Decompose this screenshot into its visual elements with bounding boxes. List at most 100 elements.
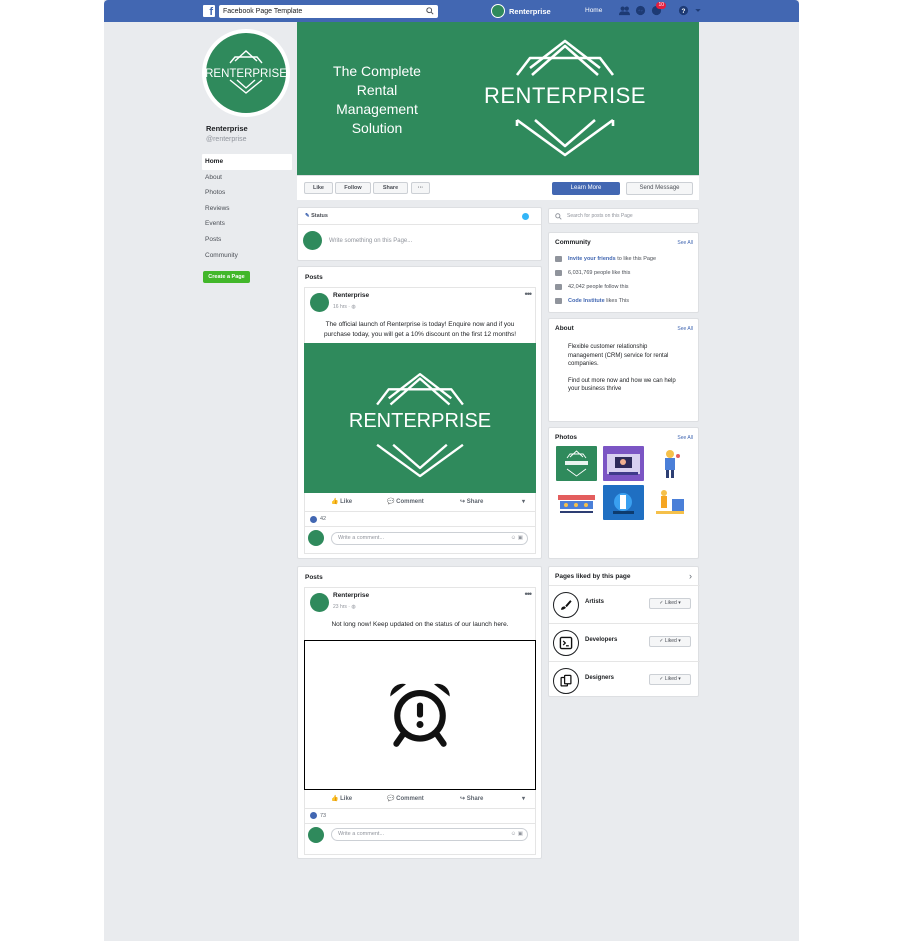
photo-thumbnail[interactable] — [603, 485, 644, 520]
post-image[interactable] — [304, 639, 536, 790]
copy-icon[interactable] — [553, 668, 579, 694]
community-see-all-link[interactable]: See All — [677, 240, 693, 246]
photos-see-all-link[interactable]: See All — [677, 435, 693, 441]
post-image[interactable]: RENTERPRISE — [304, 343, 536, 493]
chevron-down-icon[interactable] — [694, 5, 702, 16]
like-button[interactable]: 👍 Like — [331, 795, 352, 802]
about-see-all-link[interactable]: See All — [677, 326, 693, 332]
chevron-down-icon[interactable]: ▾ — [522, 795, 525, 802]
posts-section: Posts Renterprise 16 hrs · ◍ ••• The off… — [297, 266, 542, 559]
reaction-summary[interactable]: 73 — [305, 809, 535, 823]
search-input[interactable]: Facebook Page Template — [219, 5, 438, 18]
page-name[interactable]: Renterprise — [206, 124, 248, 133]
nav-item-photos[interactable]: Photos — [202, 185, 292, 201]
search-icon — [555, 213, 562, 220]
community-title: Community — [555, 239, 591, 246]
about-card: About See All Flexible customer relation… — [548, 318, 699, 422]
emoji-icon[interactable]: ☺ ▣ — [511, 829, 523, 840]
facebook-logo-icon[interactable]: f — [203, 5, 215, 17]
chevron-right-icon[interactable]: › — [689, 571, 692, 581]
alarm-clock-icon — [390, 683, 450, 747]
liked-button[interactable]: ✓ Liked ▾ — [649, 674, 691, 685]
like-button[interactable]: 👍 Like — [331, 498, 352, 505]
liked-page-name[interactable]: Designers — [585, 675, 614, 681]
avatar — [491, 4, 505, 18]
nav-item-events[interactable]: Events — [202, 216, 292, 232]
send-message-button[interactable]: Send Message — [626, 182, 693, 195]
chevron-down-icon[interactable]: ▾ — [522, 498, 525, 505]
comment-input[interactable]: Write a comment... ☺ ▣ — [331, 531, 528, 545]
like-reaction-icon — [310, 812, 317, 819]
avatar[interactable] — [310, 593, 329, 612]
illustration-tech-icon — [613, 493, 634, 514]
more-options-button[interactable]: ··· — [411, 182, 430, 194]
pages-liked-card: Pages liked by this page › Artists ✓ Lik… — [548, 566, 700, 697]
search-icon[interactable] — [426, 7, 434, 15]
audience-selector-icon[interactable] — [522, 213, 529, 220]
like-page-button[interactable]: Like — [304, 182, 333, 194]
avatar[interactable] — [310, 293, 329, 312]
liked-label: Liked — [664, 638, 677, 644]
help-icon[interactable]: ? — [678, 5, 689, 16]
emoji-icon[interactable]: ☺ ▣ — [511, 533, 523, 544]
share-page-button[interactable]: Share — [373, 182, 408, 194]
nav-item-home[interactable]: Home — [202, 154, 292, 170]
post-author[interactable]: Renterprise — [333, 592, 369, 599]
photo-thumbnail[interactable] — [650, 446, 691, 481]
friends-icon[interactable] — [619, 5, 630, 16]
comment-input[interactable]: Write a comment... ☺ ▣ — [331, 828, 528, 841]
share-label: Share — [382, 185, 399, 191]
comment-button[interactable]: 💬 Comment — [387, 795, 424, 802]
globe-icon: ◍ — [351, 304, 356, 310]
share-button[interactable]: ↪ Share — [460, 795, 483, 802]
create-page-button[interactable]: Create a Page — [203, 271, 250, 283]
posts-heading: Posts — [305, 274, 323, 281]
home-link[interactable]: Home — [585, 7, 602, 14]
photo-thumbnail[interactable] — [556, 485, 597, 520]
profile-link[interactable]: Renterprise — [491, 4, 551, 18]
photo-thumbnail[interactable] — [603, 446, 644, 481]
post-time-text: 23 hrs — [333, 604, 347, 610]
like-count: 42 — [320, 516, 327, 522]
liked-page-name[interactable]: Artists — [585, 599, 604, 605]
liked-page-name[interactable]: Developers — [585, 637, 617, 643]
page-search-placeholder: Search for posts on this Page — [567, 213, 633, 219]
post-author[interactable]: Renterprise — [333, 292, 369, 299]
cover-photo[interactable]: The Complete Rental Management Solution … — [297, 22, 699, 175]
status-tab[interactable]: ✎ Status — [298, 208, 541, 225]
liked-button[interactable]: ✓ Liked ▾ — [649, 636, 691, 647]
share-label: Share — [466, 795, 484, 802]
friend-link[interactable]: Code Institute — [568, 298, 605, 304]
liked-button[interactable]: ✓ Liked ▾ — [649, 598, 691, 609]
photo-thumbnail[interactable] — [556, 446, 597, 481]
comment-button[interactable]: 💬 Comment — [387, 498, 424, 505]
top-navigation-bar: f Facebook Page Template Renterprise Hom… — [104, 0, 799, 22]
illustration-desk-icon — [607, 454, 640, 475]
comment-placeholder: Write a comment... — [338, 534, 385, 541]
invite-friends-link[interactable]: Invite your friends — [568, 256, 616, 262]
status-input[interactable]: Write something on this Page... — [329, 238, 412, 244]
learn-more-button[interactable]: Learn More — [552, 182, 620, 195]
share-button[interactable]: ↪ Share — [460, 498, 483, 505]
nav-item-community[interactable]: Community — [202, 248, 292, 264]
page-search-input[interactable]: Search for posts on this Page — [548, 208, 699, 224]
invite-icon — [555, 256, 562, 262]
post-options-icon[interactable]: ••• — [525, 289, 533, 299]
notifications-icon[interactable]: 10 — [651, 2, 666, 16]
like-label: Like — [312, 185, 324, 191]
terminal-icon[interactable] — [553, 630, 579, 656]
messenger-icon[interactable] — [635, 5, 646, 16]
follow-button[interactable]: Follow — [335, 182, 371, 194]
post-timestamp[interactable]: 16 hrs · ◍ — [333, 304, 356, 310]
photo-thumbnail[interactable] — [650, 485, 691, 520]
nav-item-posts[interactable]: Posts — [202, 232, 292, 248]
post-options-icon[interactable]: ••• — [525, 589, 533, 599]
nav-item-about[interactable]: About — [202, 170, 292, 186]
post-timestamp[interactable]: 23 hrs · ◍ — [333, 604, 356, 610]
paintbrush-icon[interactable] — [553, 592, 579, 618]
like-label: Like — [340, 499, 353, 505]
reaction-summary[interactable]: 42 — [305, 512, 535, 526]
nav-item-reviews[interactable]: Reviews — [202, 201, 292, 217]
cover-logo-text: RENTERPRISE — [484, 83, 646, 108]
profile-picture[interactable]: RENTERPRISE — [202, 29, 290, 117]
